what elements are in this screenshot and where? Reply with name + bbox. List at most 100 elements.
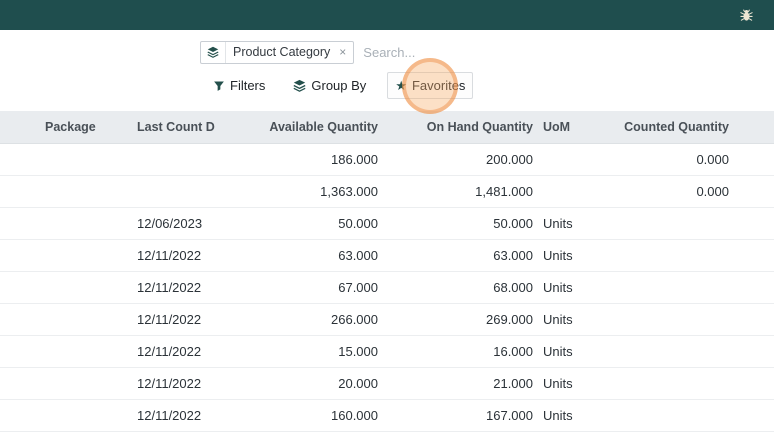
filters-button-label: Filters	[230, 78, 266, 93]
cell-last-count-date[interactable]	[132, 143, 215, 176]
favorites-button[interactable]: ★ Favorites	[387, 57, 474, 114]
cell-spacer	[734, 271, 774, 304]
cell-last-count-date[interactable]: 12/06/2023	[132, 207, 215, 240]
cell-package[interactable]	[40, 239, 132, 272]
cell-last-count-date[interactable]: 12/11/2022	[132, 271, 215, 304]
cell-selector	[0, 303, 40, 336]
group-by-layers-icon	[293, 79, 306, 92]
cell-spacer	[734, 207, 774, 240]
cell-available-quantity[interactable]: 67.000	[215, 271, 383, 304]
cell-last-count-date[interactable]: 12/11/2022	[132, 239, 215, 272]
cell-counted-quantity[interactable]	[585, 271, 734, 304]
column-header-available-quantity[interactable]: Available Quantity	[215, 111, 383, 144]
column-header-selector	[0, 111, 40, 144]
cell-spacer	[734, 239, 774, 272]
cell-available-quantity[interactable]: 266.000	[215, 303, 383, 336]
column-header-counted-quantity[interactable]: Counted Quantity	[585, 111, 734, 144]
column-header-package[interactable]: Package	[40, 111, 132, 144]
cell-spacer	[734, 143, 774, 176]
cell-uom[interactable]: Units	[538, 207, 585, 240]
cell-selector	[0, 367, 40, 400]
debug-bug-icon[interactable]	[737, 6, 756, 25]
table-row[interactable]: 12/06/2023 50.000 50.000 Units	[0, 207, 774, 240]
cell-counted-quantity[interactable]	[585, 367, 734, 400]
cell-available-quantity[interactable]: 186.000	[215, 143, 383, 176]
cell-on-hand-quantity[interactable]: 63.000	[383, 239, 538, 272]
table-row[interactable]: 12/11/2022 67.000 68.000 Units	[0, 271, 774, 304]
cell-package[interactable]	[40, 303, 132, 336]
cell-package[interactable]	[40, 367, 132, 400]
cell-package[interactable]	[40, 335, 132, 368]
cell-selector	[0, 335, 40, 368]
cell-available-quantity[interactable]: 50.000	[215, 207, 383, 240]
cell-on-hand-quantity[interactable]: 21.000	[383, 367, 538, 400]
cell-uom[interactable]: Units	[538, 303, 585, 336]
category-layers-icon	[201, 41, 226, 63]
table-row[interactable]: 12/11/2022 160.000 167.000 Units	[0, 399, 774, 432]
cell-uom[interactable]: Units	[538, 399, 585, 432]
group-by-button-label: Group By	[311, 78, 367, 93]
cell-on-hand-quantity[interactable]: 1,481.000	[383, 175, 538, 208]
table-row[interactable]: 1,363.000 1,481.000 0.000	[0, 175, 774, 208]
cell-spacer	[734, 335, 774, 368]
cell-available-quantity[interactable]: 20.000	[215, 367, 383, 400]
cell-package[interactable]	[40, 143, 132, 176]
cell-uom[interactable]	[538, 175, 585, 208]
group-by-button[interactable]: Group By	[286, 73, 373, 98]
filters-button[interactable]: Filters	[206, 73, 272, 98]
cell-counted-quantity[interactable]	[585, 303, 734, 336]
cell-on-hand-quantity[interactable]: 50.000	[383, 207, 538, 240]
cell-last-count-date[interactable]: 12/11/2022	[132, 303, 215, 336]
odoo-inventory-screen: Product Category × Filters	[0, 0, 774, 433]
search-panel: Product Category × Filters	[0, 30, 774, 114]
cell-available-quantity[interactable]: 63.000	[215, 239, 383, 272]
search-input[interactable]	[363, 44, 574, 60]
cell-available-quantity[interactable]: 1,363.000	[215, 175, 383, 208]
cell-counted-quantity[interactable]: 0.000	[585, 143, 734, 176]
column-header-on-hand-quantity[interactable]: On Hand Quantity	[383, 111, 538, 144]
cell-uom[interactable]: Units	[538, 335, 585, 368]
cell-selector	[0, 399, 40, 432]
cell-counted-quantity[interactable]	[585, 239, 734, 272]
cell-selector	[0, 207, 40, 240]
cell-counted-quantity[interactable]: 0.000	[585, 175, 734, 208]
search-facet-product-category[interactable]: Product Category ×	[200, 40, 355, 64]
cell-uom[interactable]: Units	[538, 367, 585, 400]
table-row[interactable]: 12/11/2022 20.000 21.000 Units	[0, 367, 774, 400]
cell-uom[interactable]: Units	[538, 239, 585, 272]
table-row[interactable]: 12/11/2022 266.000 269.000 Units	[0, 303, 774, 336]
cell-last-count-date[interactable]	[132, 175, 215, 208]
cell-last-count-date[interactable]: 12/11/2022	[132, 399, 215, 432]
cell-selector	[0, 143, 40, 176]
column-header-spacer	[734, 111, 774, 144]
cell-counted-quantity[interactable]	[585, 207, 734, 240]
cell-available-quantity[interactable]: 15.000	[215, 335, 383, 368]
cell-on-hand-quantity[interactable]: 269.000	[383, 303, 538, 336]
cell-counted-quantity[interactable]	[585, 335, 734, 368]
cell-on-hand-quantity[interactable]: 200.000	[383, 143, 538, 176]
table-row[interactable]: 12/11/2022 15.000 16.000 Units	[0, 335, 774, 368]
inventory-table-body: 186.000 200.000 0.000 1,363.000 1,481.000 0.0…	[0, 143, 774, 432]
facet-remove-icon[interactable]: ×	[337, 42, 353, 63]
cell-package[interactable]	[40, 175, 132, 208]
table-row[interactable]: 186.000 200.000 0.000	[0, 143, 774, 176]
cell-package[interactable]	[40, 399, 132, 432]
cell-on-hand-quantity[interactable]: 167.000	[383, 399, 538, 432]
cell-on-hand-quantity[interactable]: 16.000	[383, 335, 538, 368]
cell-available-quantity[interactable]: 160.000	[215, 399, 383, 432]
cell-last-count-date[interactable]: 12/11/2022	[132, 335, 215, 368]
cell-on-hand-quantity[interactable]: 68.000	[383, 271, 538, 304]
search-bar[interactable]: Product Category ×	[200, 39, 574, 65]
cell-uom[interactable]	[538, 143, 585, 176]
cell-counted-quantity[interactable]	[585, 399, 734, 432]
cell-spacer	[734, 303, 774, 336]
cell-selector	[0, 175, 40, 208]
column-header-uom[interactable]: UoM	[538, 111, 585, 144]
cell-package[interactable]	[40, 207, 132, 240]
cell-last-count-date[interactable]: 12/11/2022	[132, 367, 215, 400]
column-header-last-count-date[interactable]: Last Count Date	[132, 111, 215, 144]
table-row[interactable]: 12/11/2022 63.000 63.000 Units	[0, 239, 774, 272]
cell-uom[interactable]: Units	[538, 271, 585, 304]
search-facet-label: Product Category	[233, 45, 331, 59]
cell-package[interactable]	[40, 271, 132, 304]
